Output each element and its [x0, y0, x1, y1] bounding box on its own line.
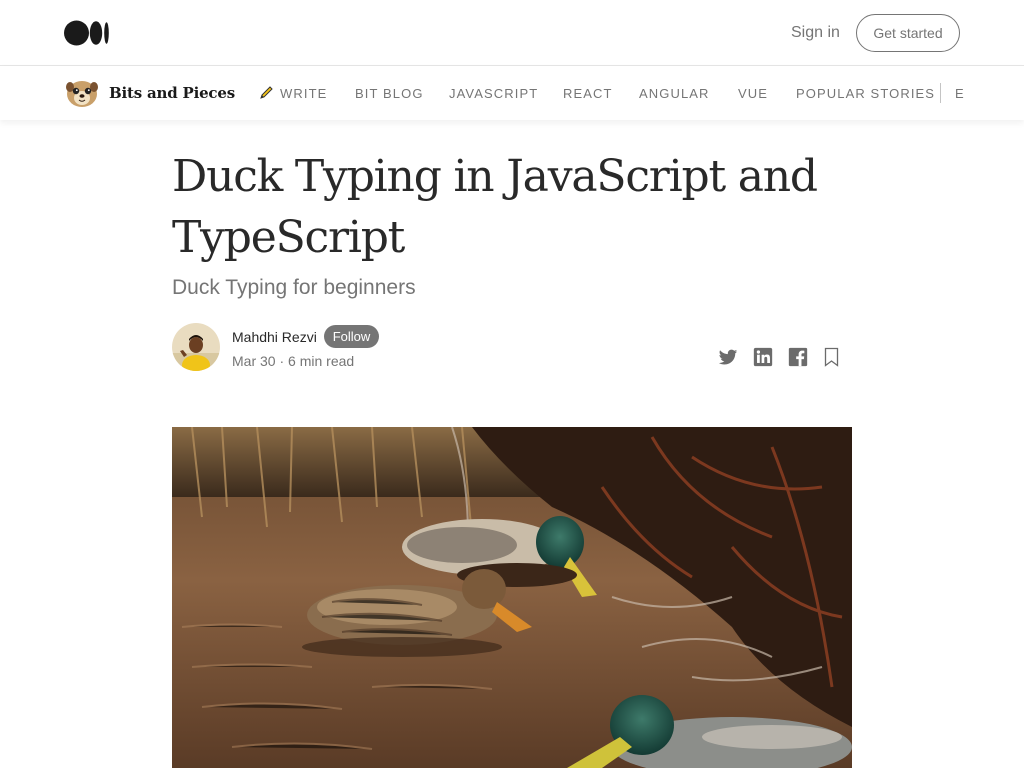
get-started-button[interactable]: Get started [856, 14, 960, 52]
nav-bit-blog[interactable]: BIT BLOG [355, 86, 424, 101]
follow-button[interactable]: Follow [324, 325, 379, 348]
pencil-icon [260, 86, 273, 99]
nav-angular[interactable]: ANGULAR [639, 86, 710, 101]
nav-vue[interactable]: VUE [738, 86, 768, 101]
nav-write[interactable]: WRITE [280, 86, 327, 101]
article-subtitle: Duck Typing for beginners [172, 276, 416, 299]
twitter-icon[interactable] [717, 346, 739, 368]
publish-date: Mar 30 [232, 353, 276, 369]
linkedin-icon[interactable] [752, 346, 774, 368]
nav-react[interactable]: REACT [563, 86, 613, 101]
publication-nav: Bits and Pieces WRITE BIT BLOG JAVASCRIP… [0, 66, 1024, 120]
nav-divider [940, 83, 941, 103]
article-title: Duck Typing in JavaScript and TypeScript [172, 151, 818, 263]
meerkat-avatar[interactable] [64, 78, 100, 110]
article-meta: Mar 30 · 6 min read [232, 353, 354, 369]
nav-more-truncated[interactable]: E [955, 86, 965, 101]
author-avatar[interactable] [172, 323, 220, 371]
ducks-in-water-photo [172, 427, 852, 768]
read-time: 6 min read [288, 353, 355, 369]
meta-separator: · [279, 353, 285, 369]
top-bar: Sign in Get started [0, 0, 1024, 66]
bookmark-icon[interactable] [821, 346, 843, 368]
author-name[interactable]: Mahdhi Rezvi [232, 329, 317, 345]
sign-in-link[interactable]: Sign in [791, 24, 840, 42]
medium-logo-icon[interactable] [64, 20, 110, 46]
nav-javascript[interactable]: JAVASCRIPT [449, 86, 538, 101]
facebook-icon[interactable] [787, 346, 809, 368]
nav-popular-stories[interactable]: POPULAR STORIES [796, 86, 935, 101]
publication-name[interactable]: Bits and Pieces [109, 84, 235, 102]
